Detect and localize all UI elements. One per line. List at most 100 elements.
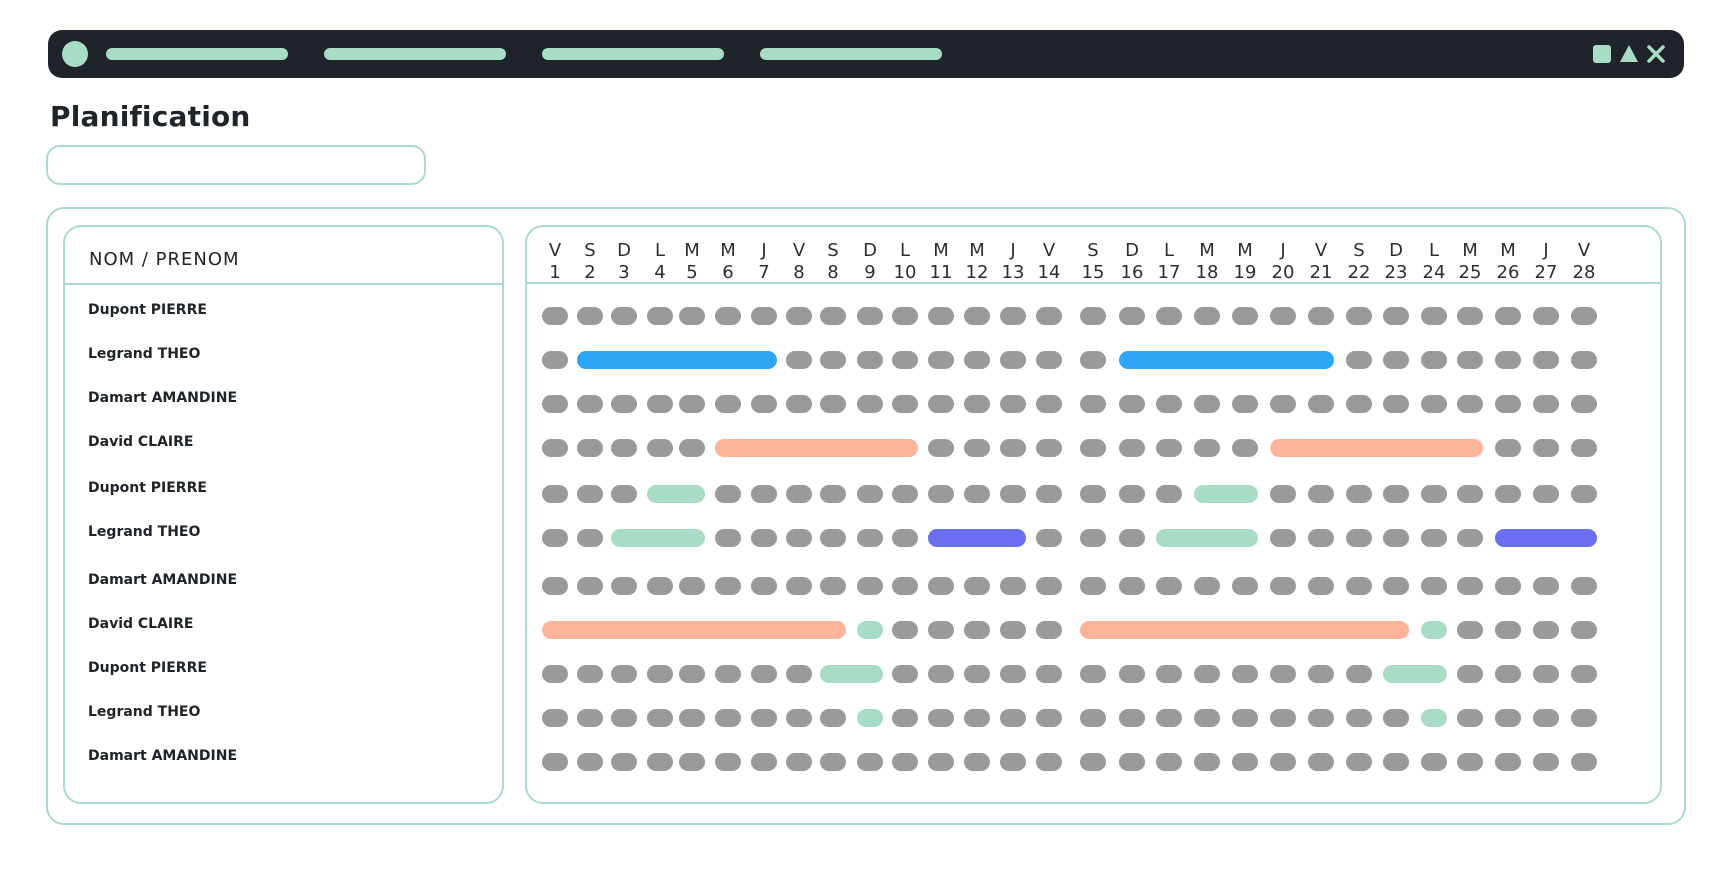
schedule-cell[interactable]: [1308, 753, 1334, 771]
schedule-cell[interactable]: [928, 351, 954, 369]
schedule-cell[interactable]: [1457, 307, 1483, 325]
schedule-cell[interactable]: [542, 485, 568, 503]
schedule-cell[interactable]: [1533, 621, 1559, 639]
schedule-cell[interactable]: [1571, 621, 1597, 639]
schedule-cell[interactable]: [928, 439, 954, 457]
schedule-cell[interactable]: [1308, 529, 1334, 547]
schedule-bar-blue[interactable]: [577, 351, 777, 369]
schedule-cell[interactable]: [1080, 395, 1106, 413]
schedule-cell[interactable]: [577, 577, 603, 595]
employee-name[interactable]: Legrand THEO: [88, 346, 200, 362]
schedule-cell[interactable]: [1000, 485, 1026, 503]
schedule-cell[interactable]: [1232, 307, 1258, 325]
schedule-cell[interactable]: [964, 577, 990, 595]
schedule-cell[interactable]: [1457, 529, 1483, 547]
schedule-cell[interactable]: [542, 307, 568, 325]
schedule-cell[interactable]: [1000, 307, 1026, 325]
schedule-cell[interactable]: [1571, 439, 1597, 457]
schedule-cell[interactable]: [1080, 709, 1106, 727]
schedule-cell[interactable]: [1495, 665, 1521, 683]
schedule-cell[interactable]: [1080, 439, 1106, 457]
schedule-cell[interactable]: [1119, 709, 1145, 727]
schedule-cell[interactable]: [1080, 665, 1106, 683]
schedule-cell[interactable]: [1119, 529, 1145, 547]
schedule-cell[interactable]: [1000, 395, 1026, 413]
schedule-cell[interactable]: [1156, 485, 1182, 503]
schedule-cell[interactable]: [647, 307, 673, 325]
schedule-cell[interactable]: [1036, 529, 1062, 547]
schedule-cell[interactable]: [928, 709, 954, 727]
employee-name[interactable]: Damart AMANDINE: [88, 748, 237, 764]
schedule-cell[interactable]: [786, 485, 812, 503]
close-icon[interactable]: [1646, 44, 1666, 64]
schedule-cell[interactable]: [1308, 307, 1334, 325]
schedule-cell[interactable]: [1495, 351, 1521, 369]
schedule-cell[interactable]: [1270, 665, 1296, 683]
schedule-cell[interactable]: [786, 395, 812, 413]
schedule-cell[interactable]: [1119, 753, 1145, 771]
schedule-cell[interactable]: [928, 753, 954, 771]
schedule-cell[interactable]: [1383, 577, 1409, 595]
schedule-cell[interactable]: [1270, 485, 1296, 503]
schedule-cell[interactable]: [1457, 709, 1483, 727]
schedule-cell[interactable]: [892, 577, 918, 595]
schedule-cell[interactable]: [1080, 307, 1106, 325]
schedule-cell[interactable]: [928, 395, 954, 413]
schedule-cell[interactable]: [1533, 753, 1559, 771]
schedule-cell[interactable]: [1346, 665, 1372, 683]
schedule-cell[interactable]: [542, 577, 568, 595]
schedule-cell[interactable]: [1119, 577, 1145, 595]
schedule-cell[interactable]: [820, 709, 846, 727]
schedule-cell[interactable]: [1194, 307, 1220, 325]
schedule-cell[interactable]: [964, 307, 990, 325]
schedule-cell[interactable]: [857, 307, 883, 325]
schedule-cell[interactable]: [1495, 621, 1521, 639]
schedule-cell[interactable]: [1270, 577, 1296, 595]
schedule-cell[interactable]: [1036, 577, 1062, 595]
triangle-icon[interactable]: [1619, 44, 1639, 64]
schedule-cell[interactable]: [577, 395, 603, 413]
schedule-cell[interactable]: [1495, 577, 1521, 595]
search-input[interactable]: [46, 145, 426, 185]
schedule-cell[interactable]: [611, 439, 637, 457]
schedule-cell[interactable]: [577, 307, 603, 325]
schedule-bar-mint[interactable]: [857, 709, 883, 727]
schedule-cell[interactable]: [1080, 351, 1106, 369]
schedule-cell[interactable]: [786, 577, 812, 595]
schedule-cell[interactable]: [1000, 621, 1026, 639]
schedule-cell[interactable]: [964, 709, 990, 727]
schedule-cell[interactable]: [892, 351, 918, 369]
employee-name[interactable]: Dupont PIERRE: [88, 480, 207, 496]
square-icon[interactable]: [1592, 44, 1612, 64]
app-logo[interactable]: [62, 41, 88, 67]
schedule-cell[interactable]: [1421, 485, 1447, 503]
schedule-cell[interactable]: [964, 351, 990, 369]
schedule-cell[interactable]: [715, 665, 741, 683]
schedule-cell[interactable]: [1036, 709, 1062, 727]
schedule-cell[interactable]: [577, 709, 603, 727]
schedule-cell[interactable]: [611, 307, 637, 325]
schedule-cell[interactable]: [1533, 439, 1559, 457]
schedule-cell[interactable]: [1119, 307, 1145, 325]
schedule-cell[interactable]: [928, 577, 954, 595]
schedule-cell[interactable]: [611, 395, 637, 413]
schedule-cell[interactable]: [1383, 351, 1409, 369]
schedule-cell[interactable]: [1457, 577, 1483, 595]
schedule-bar-mint[interactable]: [857, 621, 883, 639]
schedule-cell[interactable]: [1119, 665, 1145, 683]
schedule-cell[interactable]: [1156, 439, 1182, 457]
schedule-cell[interactable]: [964, 665, 990, 683]
schedule-cell[interactable]: [1571, 577, 1597, 595]
schedule-cell[interactable]: [1421, 351, 1447, 369]
schedule-cell[interactable]: [1346, 577, 1372, 595]
schedule-cell[interactable]: [928, 665, 954, 683]
schedule-cell[interactable]: [1533, 307, 1559, 325]
nav-item-1[interactable]: [106, 48, 288, 60]
employee-name[interactable]: David CLAIRE: [88, 434, 193, 450]
schedule-cell[interactable]: [1495, 439, 1521, 457]
schedule-cell[interactable]: [577, 665, 603, 683]
schedule-cell[interactable]: [1194, 577, 1220, 595]
schedule-cell[interactable]: [1000, 439, 1026, 457]
schedule-cell[interactable]: [1571, 351, 1597, 369]
schedule-cell[interactable]: [647, 665, 673, 683]
